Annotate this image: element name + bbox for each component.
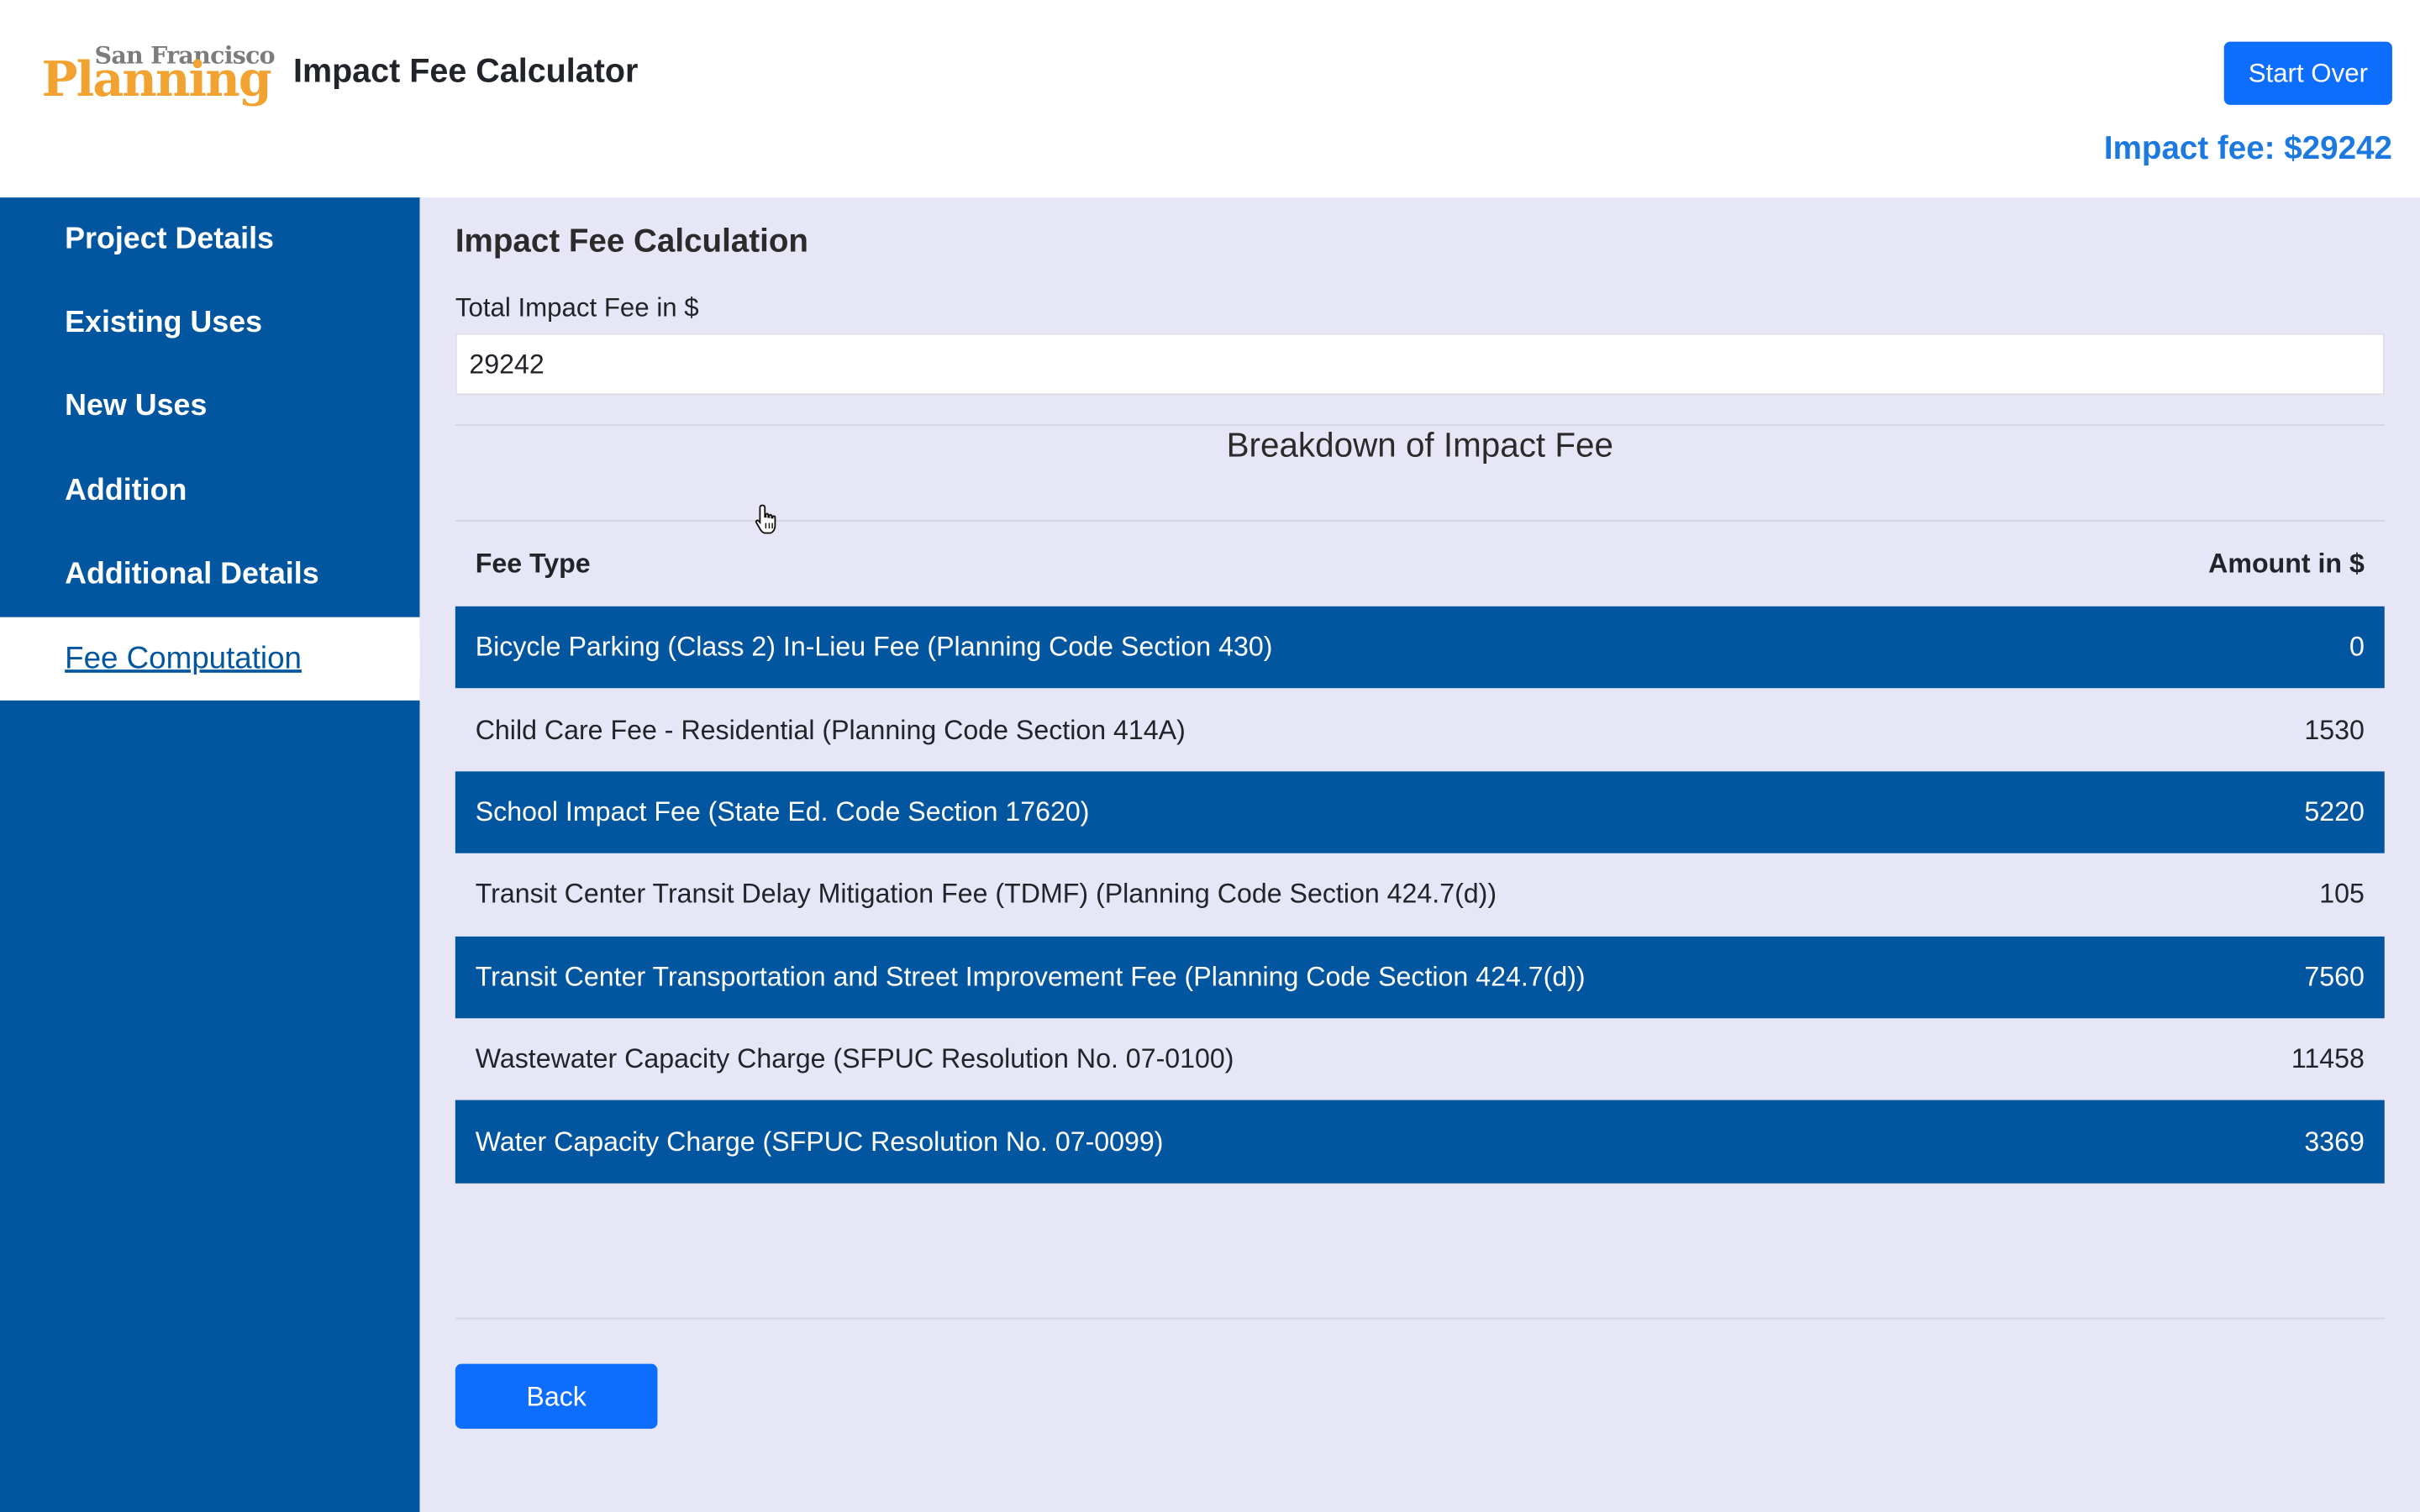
total-fee-label: Total Impact Fee in $: [455, 292, 699, 323]
fee-type-cell: Child Care Fee - Residential (Planning C…: [475, 713, 1186, 745]
app-title: Impact Fee Calculator: [292, 52, 639, 90]
table-row: Child Care Fee - Residential (Planning C…: [455, 689, 2385, 771]
start-over-button[interactable]: Start Over: [2223, 41, 2392, 105]
amount-cell: 3369: [2304, 1125, 2365, 1157]
amount-cell: 7560: [2304, 960, 2365, 992]
app-header: San Francisco Planning Impact Fee Calcul…: [0, 0, 2420, 198]
column-header-amount: Amount in $: [2208, 547, 2365, 578]
sidebar-item-project-details[interactable]: Project Details: [0, 197, 420, 281]
fee-type-cell: Transit Center Transportation and Street…: [475, 960, 1586, 992]
amount-cell: 1530: [2304, 713, 2365, 745]
table-row: Bicycle Parking (Class 2) In-Lieu Fee (P…: [455, 606, 2385, 689]
table-header-row: Fee Type Amount in $: [455, 522, 2385, 605]
main-content: Impact Fee Calculation Total Impact Fee …: [419, 197, 2420, 1512]
hand-pointer-icon: [755, 504, 776, 534]
fee-type-cell: School Impact Fee (State Ed. Code Sectio…: [475, 795, 1090, 827]
amount-cell: 11458: [2291, 1042, 2365, 1074]
fee-type-cell: Transit Center Transit Delay Mitigation …: [475, 878, 1497, 910]
sidebar-item-fee-computation[interactable]: Fee Computation: [0, 617, 420, 701]
divider: [455, 1317, 2385, 1320]
table-row: Wastewater Capacity Charge (SFPUC Resolu…: [455, 1018, 2385, 1100]
sf-planning-logo[interactable]: San Francisco Planning: [42, 40, 276, 111]
fee-table-body: Bicycle Parking (Class 2) In-Lieu Fee (P…: [455, 606, 2385, 1184]
sidebar-item-new-uses[interactable]: New Uses: [0, 365, 420, 449]
table-row: Transit Center Transportation and Street…: [455, 936, 2385, 1019]
total-fee-input[interactable]: [455, 333, 2385, 396]
sidebar-nav: Project Details Existing Uses New Uses A…: [0, 197, 420, 1512]
amount-cell: 5220: [2304, 795, 2365, 827]
fee-type-cell: Water Capacity Charge (SFPUC Resolution …: [475, 1125, 1164, 1157]
back-button[interactable]: Back: [455, 1363, 658, 1429]
table-row: Transit Center Transit Delay Mitigation …: [455, 853, 2385, 936]
fee-type-cell: Bicycle Parking (Class 2) In-Lieu Fee (P…: [475, 631, 1273, 663]
logo-bottom-text: Planning: [41, 52, 272, 108]
page-title: Impact Fee Calculation: [455, 223, 808, 260]
sidebar-item-existing-uses[interactable]: Existing Uses: [0, 281, 420, 365]
amount-cell: 0: [2349, 631, 2365, 663]
breakdown-title: Breakdown of Impact Fee: [1226, 425, 1614, 465]
fee-type-cell: Wastewater Capacity Charge (SFPUC Resolu…: [475, 1042, 1234, 1074]
sidebar-item-addition[interactable]: Addition: [0, 449, 420, 533]
impact-fee-summary: Impact fee: $29242: [2103, 131, 2392, 167]
amount-cell: 105: [2319, 878, 2365, 910]
column-header-fee-type: Fee Type: [475, 547, 591, 578]
sidebar-item-additional-details[interactable]: Additional Details: [0, 533, 420, 617]
table-row: School Impact Fee (State Ed. Code Sectio…: [455, 770, 2385, 854]
table-row: Water Capacity Charge (SFPUC Resolution …: [455, 1100, 2385, 1184]
